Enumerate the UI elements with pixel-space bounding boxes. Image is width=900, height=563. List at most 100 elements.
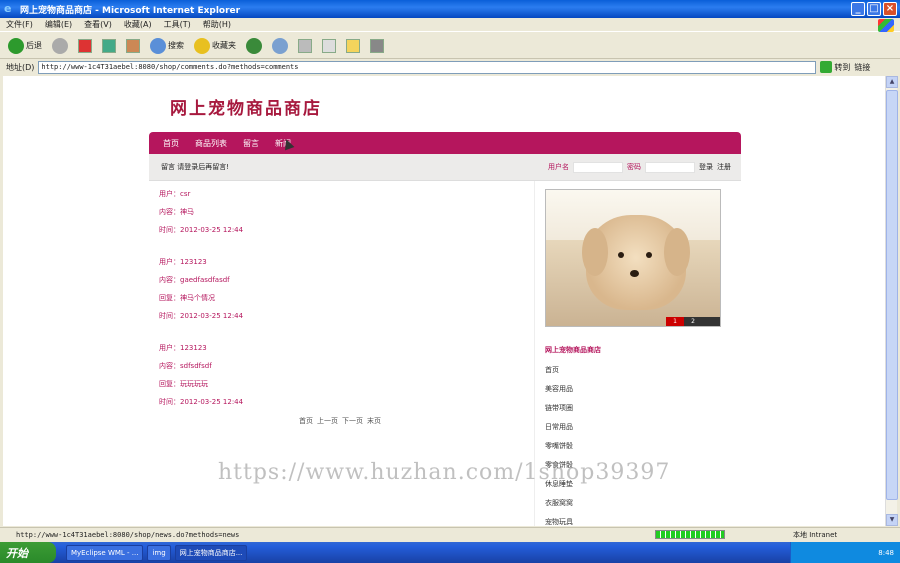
menu-file[interactable]: 文件(F) [6, 19, 33, 30]
address-input[interactable]: http://www-1c4T31aebel:8080/shop/comment… [38, 60, 817, 74]
refresh-button[interactable] [100, 36, 118, 56]
clock[interactable]: 8:48 [878, 549, 894, 557]
favorites-label: 收藏夹 [212, 41, 236, 50]
comment-user: 用户：123123 [159, 344, 207, 352]
pager-last[interactable]: 末页 [367, 416, 381, 426]
home-button[interactable] [124, 36, 142, 56]
address-bar: 地址(D) http://www-1c4T31aebel:8080/shop/c… [0, 59, 900, 75]
back-button[interactable]: 后退 [6, 36, 44, 56]
comment-reply: 回复：神马个情况 [159, 294, 215, 302]
menu-favorites[interactable]: 收藏(A) [124, 19, 152, 30]
window-titlebar: e 网上宠物商品商店 - Microsoft Internet Explorer… [0, 0, 900, 18]
login-button[interactable]: 登录 [699, 162, 713, 172]
sidebar-title: 网上宠物商品商店 [545, 346, 601, 354]
menu-edit[interactable]: 编辑(E) [45, 19, 72, 30]
windows-flag-icon [878, 19, 894, 32]
username-field[interactable] [573, 161, 623, 173]
slide-2-button[interactable]: 2 [684, 317, 702, 326]
register-button[interactable]: 注册 [717, 162, 731, 172]
window-title: 网上宠物商品商店 - Microsoft Internet Explorer [20, 5, 241, 16]
sidebar-link-beauty[interactable]: 美容用品 [545, 384, 731, 394]
favorites-button[interactable]: 收藏夹 [192, 36, 238, 56]
pager-first[interactable]: 首页 [299, 416, 313, 426]
password-label: 密码 [627, 163, 641, 171]
comment-content: 内容：sdfsdfsdf [159, 362, 212, 370]
task-ie[interactable]: 网上宠物商品商店... [174, 544, 248, 561]
task-myeclipse[interactable]: MyEclipse WML - ... [66, 544, 144, 561]
address-label: 地址(D) [6, 62, 35, 72]
folder-button[interactable] [344, 36, 362, 56]
browser-toolbar: 后退 搜索 收藏夹 [0, 33, 900, 59]
sidebar-links: 首页 美容用品 链带项圈 日常用品 零嘴饼骰 零食饼骰 休息睡垫 衣服窝窝 宠物… [545, 365, 731, 526]
back-label: 后退 [26, 41, 42, 50]
go-button[interactable]: 转到 [820, 61, 850, 73]
print-icon [298, 38, 312, 53]
pager: 首页 上一页 下一页 末页 [299, 416, 381, 426]
comment-time: 时间：2012-03-25 12:44 [159, 226, 244, 234]
scroll-thumb[interactable] [886, 90, 898, 500]
star-icon [194, 37, 210, 54]
search-label: 搜索 [168, 41, 184, 50]
comment-content: 内容：神马 [159, 208, 194, 216]
minimize-button[interactable]: _ [851, 2, 865, 16]
dog-photo-slideshow[interactable]: 1 2 [545, 189, 721, 327]
status-bar: http://www-1c4T31aebel:8080/shop/news.do… [0, 527, 900, 541]
back-arrow-icon [8, 37, 24, 54]
comment-user: 用户：csr [159, 190, 191, 198]
search-button[interactable]: 搜索 [148, 36, 186, 56]
pager-prev[interactable]: 上一页 [317, 416, 338, 426]
close-button[interactable]: × [883, 2, 897, 16]
print-button[interactable] [296, 36, 314, 56]
nav-comments[interactable]: 留言 [243, 138, 259, 149]
nav-products[interactable]: 商品列表 [195, 138, 227, 149]
menu-tools[interactable]: 工具(T) [164, 19, 191, 30]
site-logo[interactable]: 网上宠物商品商店 [170, 94, 322, 119]
scroll-up-icon[interactable]: ▲ [886, 76, 898, 88]
page-viewport: 网上宠物商品商店 首页 商品列表 留言 新闻 留言 请登录后再留言! 用户名 密… [3, 76, 885, 526]
go-arrow-icon [820, 61, 833, 73]
menu-help[interactable]: 帮助(H) [203, 19, 231, 30]
sidebar-link-home[interactable]: 首页 [545, 365, 731, 375]
main-nav: 首页 商品列表 留言 新闻 [149, 132, 741, 154]
load-progress [655, 530, 725, 539]
links-label[interactable]: 链接 [854, 62, 870, 73]
scroll-down-icon[interactable]: ▼ [886, 514, 898, 526]
menu-view[interactable]: 查看(V) [84, 19, 112, 30]
vertical-scrollbar[interactable]: ▲ ▼ [885, 76, 898, 526]
sidebar-link-snacks[interactable]: 零嘴饼骰 [545, 441, 731, 451]
ie-logo-icon: e [4, 2, 12, 15]
forward-button[interactable] [50, 36, 70, 56]
pager-next[interactable]: 下一页 [342, 416, 363, 426]
watermark-text: https://www.huzhan.com/1shop39397 [218, 460, 671, 485]
start-button[interactable]: 开始 [0, 542, 56, 563]
status-url: http://www-1c4T31aebel:8080/shop/news.do… [16, 530, 240, 539]
maximize-button[interactable]: □ [867, 2, 881, 16]
mail-button[interactable] [270, 36, 290, 56]
task-img[interactable]: img [147, 544, 171, 561]
sidebar-link-clothes[interactable]: 衣服窝窝 [545, 498, 731, 508]
comment-user: 用户：123123 [159, 258, 207, 266]
comment-item: 用户：csr 内容：神马 时间：2012-03-25 12:44 [159, 189, 524, 235]
mail-icon [272, 37, 288, 54]
stop-button[interactable] [76, 36, 94, 56]
home-icon [126, 38, 140, 53]
refresh-icon [102, 38, 116, 53]
start-label: 开始 [6, 546, 28, 560]
forward-arrow-icon [52, 37, 68, 54]
address-url: http://www-1c4T31aebel:8080/shop/comment… [41, 63, 299, 71]
comment-content: 内容：gaedfasdfasdf [159, 276, 230, 284]
slide-1-button[interactable]: 1 [666, 317, 684, 326]
password-field[interactable] [645, 161, 695, 173]
folder-icon [346, 38, 360, 53]
go-label: 转到 [834, 62, 851, 72]
nav-home[interactable]: 首页 [163, 138, 179, 149]
task-list: MyEclipse WML - ... img 网上宠物商品商店... [56, 544, 248, 561]
research-icon [370, 38, 384, 53]
edit-button[interactable] [320, 36, 338, 56]
history-button[interactable] [244, 36, 264, 56]
username-label: 用户名 [548, 163, 569, 171]
research-button[interactable] [368, 36, 386, 56]
sidebar-link-toys[interactable]: 宠物玩具 [545, 517, 731, 526]
sidebar-link-leash[interactable]: 链带项圈 [545, 403, 731, 413]
sidebar-link-daily[interactable]: 日常用品 [545, 422, 731, 432]
